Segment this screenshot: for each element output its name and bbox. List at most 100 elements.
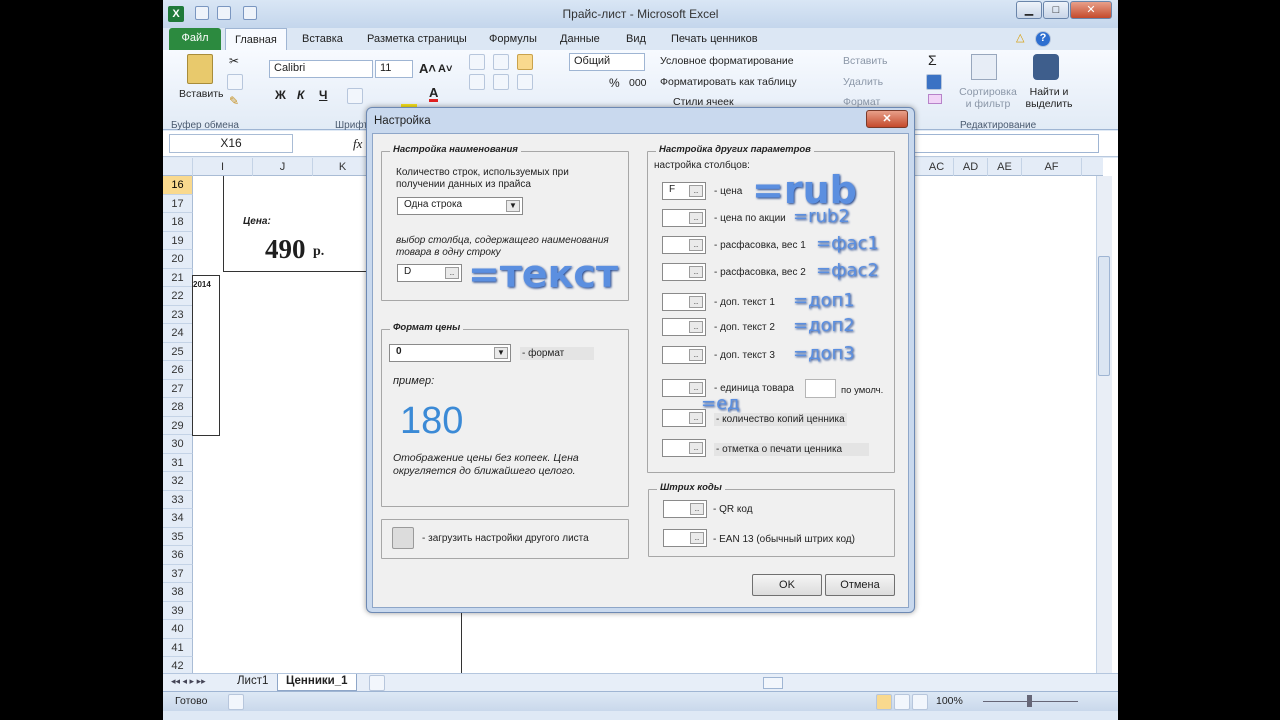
- dropdown-arrow-icon[interactable]: ..: [689, 321, 703, 333]
- dialog-close-button[interactable]: ✕: [866, 110, 908, 128]
- page-layout-view-icon[interactable]: [894, 694, 910, 710]
- price-format-select[interactable]: 0 ▼: [389, 344, 511, 362]
- percent-button[interactable]: %: [609, 76, 620, 90]
- italic-button[interactable]: К: [297, 88, 304, 102]
- column-header[interactable]: I: [193, 158, 253, 176]
- dropdown-arrow-icon[interactable]: ..: [690, 532, 704, 544]
- column-select-4[interactable]: ..: [662, 293, 706, 311]
- row-header[interactable]: 36: [163, 546, 193, 565]
- rows-count-select[interactable]: Одна строка ▼: [397, 197, 523, 215]
- sort-filter-icon[interactable]: [971, 54, 997, 80]
- row-header[interactable]: 21: [163, 268, 193, 287]
- dropdown-arrow-icon[interactable]: ..: [689, 296, 703, 308]
- row-header[interactable]: 35: [163, 527, 193, 546]
- tab-page-layout[interactable]: Разметка страницы: [358, 31, 476, 50]
- align-center-icon[interactable]: [493, 74, 509, 90]
- clear-icon[interactable]: [928, 94, 942, 104]
- row-header[interactable]: 38: [163, 583, 193, 602]
- row-header[interactable]: 25: [163, 342, 193, 361]
- dropdown-arrow-icon[interactable]: ..: [689, 442, 703, 454]
- dropdown-arrow-icon[interactable]: ▼: [506, 200, 520, 212]
- row-header[interactable]: 28: [163, 398, 193, 417]
- row-header[interactable]: 17: [163, 194, 193, 213]
- sheet-tab[interactable]: Лист1: [229, 674, 276, 691]
- thousands-button[interactable]: 000: [629, 77, 647, 89]
- tab-data[interactable]: Данные: [551, 31, 609, 50]
- unit-default-input[interactable]: [805, 379, 836, 398]
- row-header[interactable]: 24: [163, 324, 193, 343]
- row-header[interactable]: 33: [163, 490, 193, 509]
- align-right-icon[interactable]: [517, 74, 533, 90]
- delete-cells-button[interactable]: Удалить: [843, 76, 883, 88]
- help-icon[interactable]: ?: [1035, 31, 1051, 47]
- ribbon-minimize-icon[interactable]: △: [1016, 31, 1032, 47]
- column-select-6[interactable]: ..: [662, 346, 706, 364]
- normal-view-icon[interactable]: [876, 694, 892, 710]
- paste-icon[interactable]: [187, 54, 213, 84]
- column-header[interactable]: K: [313, 158, 373, 176]
- row-header[interactable]: 19: [163, 231, 193, 250]
- dropdown-arrow-icon[interactable]: ..: [690, 503, 704, 515]
- maximize-button[interactable]: □: [1043, 1, 1069, 19]
- tab-view[interactable]: Вид: [617, 31, 655, 50]
- row-header[interactable]: 18: [163, 213, 193, 232]
- dropdown-arrow-icon[interactable]: ..: [689, 412, 703, 424]
- find-binoculars-icon[interactable]: [1033, 54, 1059, 80]
- conditional-formatting-button[interactable]: Условное форматирование: [660, 55, 794, 67]
- row-header[interactable]: 22: [163, 287, 193, 306]
- load-settings-icon[interactable]: [392, 527, 414, 549]
- autosum-button[interactable]: Σ: [928, 52, 937, 68]
- hscroll-thumb[interactable]: [763, 677, 783, 689]
- ok-button[interactable]: OK: [752, 574, 822, 596]
- column-select-5[interactable]: ..: [662, 318, 706, 336]
- column-header[interactable]: AD: [954, 158, 988, 176]
- font-size-select[interactable]: 11: [375, 60, 413, 78]
- grow-font-icon[interactable]: A˄: [419, 61, 436, 76]
- row-header[interactable]: 23: [163, 305, 193, 324]
- scroll-thumb[interactable]: [1098, 256, 1110, 376]
- align-left-icon[interactable]: [469, 74, 485, 90]
- find-select-button[interactable]: Найти и выделить: [1021, 86, 1077, 110]
- zoom-slider-thumb[interactable]: [1027, 695, 1032, 707]
- column-select-0[interactable]: F..: [662, 182, 706, 200]
- ean-column-select[interactable]: ..: [663, 529, 707, 547]
- qr-column-select[interactable]: ..: [663, 500, 707, 518]
- cancel-button[interactable]: Отмена: [825, 574, 895, 596]
- close-window-button[interactable]: ✕: [1070, 1, 1112, 19]
- insert-cells-button[interactable]: Вставить: [843, 55, 888, 67]
- dropdown-arrow-icon[interactable]: ..: [689, 349, 703, 361]
- row-header[interactable]: 20: [163, 250, 193, 269]
- paste-label[interactable]: Вставить: [179, 88, 224, 100]
- format-painter-icon[interactable]: ✎: [229, 94, 239, 108]
- font-name-select[interactable]: Calibri: [269, 60, 373, 78]
- page-break-view-icon[interactable]: [912, 694, 928, 710]
- vertical-scrollbar[interactable]: [1096, 176, 1112, 684]
- align-middle-icon[interactable]: [493, 54, 509, 70]
- new-sheet-icon[interactable]: [369, 675, 385, 691]
- row-header[interactable]: 37: [163, 564, 193, 583]
- row-header[interactable]: 40: [163, 620, 193, 639]
- column-header[interactable]: AE: [988, 158, 1022, 176]
- column-select-3[interactable]: ..: [662, 263, 706, 281]
- sort-filter-button[interactable]: Сортировка и фильтр: [956, 86, 1020, 110]
- column-select-1[interactable]: ..: [662, 209, 706, 227]
- row-header[interactable]: 32: [163, 472, 193, 491]
- align-top-icon[interactable]: [469, 54, 485, 70]
- fx-icon[interactable]: fx: [353, 136, 362, 152]
- column-header[interactable]: J: [253, 158, 313, 176]
- row-header[interactable]: 41: [163, 638, 193, 657]
- row-header[interactable]: 39: [163, 601, 193, 620]
- font-color-icon[interactable]: A: [429, 86, 439, 102]
- fill-icon[interactable]: [926, 74, 942, 90]
- name-box[interactable]: X16: [169, 134, 293, 153]
- column-header[interactable]: AC: [920, 158, 954, 176]
- dropdown-arrow-icon[interactable]: ▼: [494, 347, 508, 359]
- select-all-corner[interactable]: [163, 158, 193, 176]
- column-select-7[interactable]: ..: [662, 379, 706, 397]
- dropdown-arrow-icon[interactable]: ..: [689, 266, 703, 278]
- tab-file[interactable]: Файл: [169, 28, 221, 50]
- underline-button[interactable]: Ч: [319, 88, 327, 102]
- column-select-8[interactable]: ..: [662, 409, 706, 427]
- dropdown-arrow-icon[interactable]: ..: [689, 185, 703, 197]
- format-as-table-button[interactable]: Форматировать как таблицу: [660, 76, 797, 88]
